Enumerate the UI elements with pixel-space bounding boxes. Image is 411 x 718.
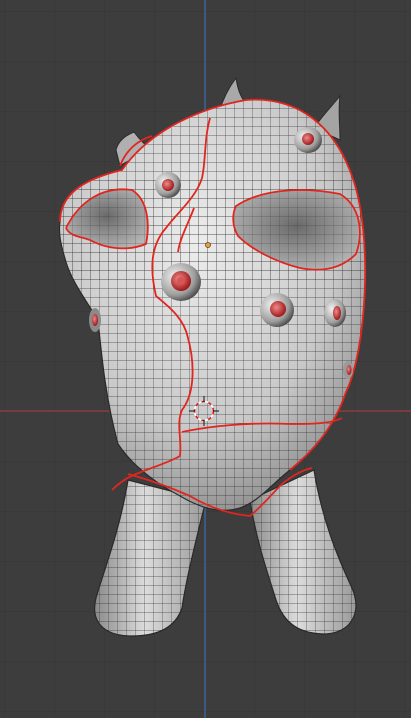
3d-viewport[interactable] xyxy=(0,0,411,718)
stud-right-edge xyxy=(324,299,346,327)
stud-right-middle xyxy=(260,293,294,327)
stud-center xyxy=(161,263,201,301)
stud-left-upper xyxy=(155,172,181,198)
viewport-canvas[interactable] xyxy=(0,0,411,718)
object-origin-icon[interactable] xyxy=(205,242,211,248)
stud-right-lower xyxy=(343,361,353,379)
stud-top-right xyxy=(294,127,322,153)
stud-left-edge xyxy=(89,308,101,332)
